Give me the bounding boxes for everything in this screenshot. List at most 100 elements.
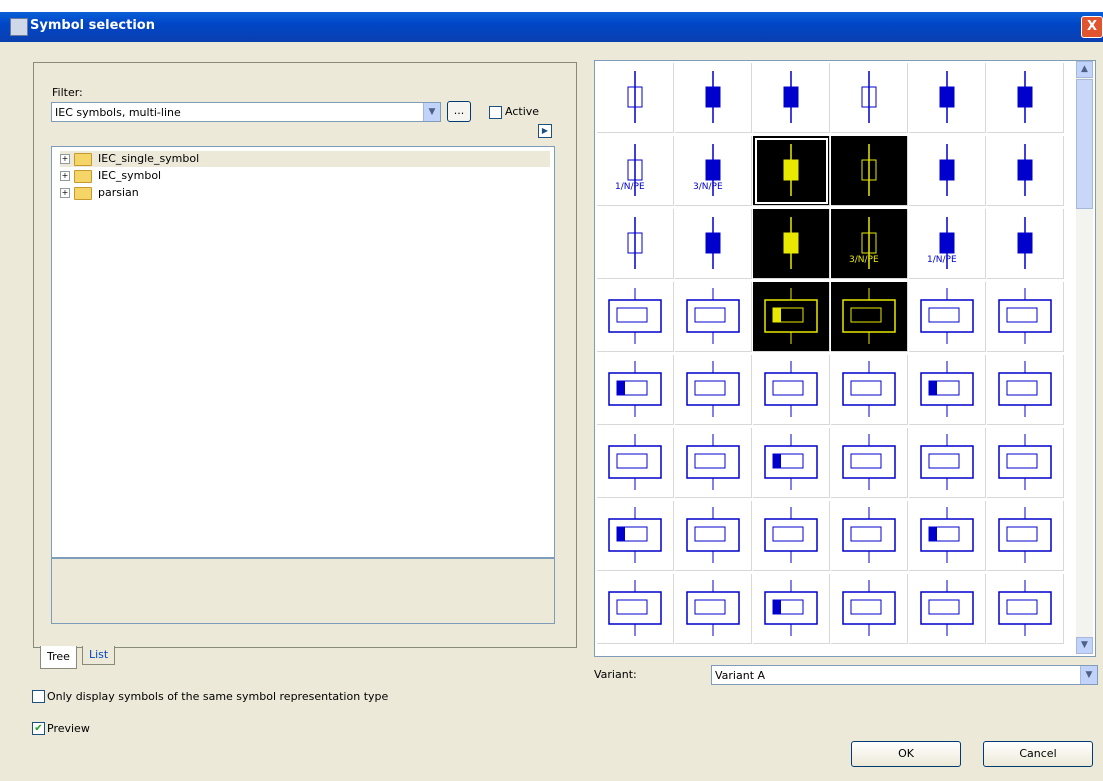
tab-list[interactable]: List	[82, 646, 116, 665]
symbol-cell[interactable]	[675, 501, 752, 571]
symbol-glyph-icon	[705, 217, 721, 269]
symbol-cell[interactable]	[753, 355, 830, 425]
tree-item-label: IEC_symbol	[98, 169, 162, 182]
same-type-checkbox[interactable]	[32, 690, 45, 703]
symbol-glyph-icon	[608, 434, 662, 490]
symbol-glyph-icon	[939, 144, 955, 196]
title-bar[interactable]: Symbol selection X	[0, 12, 1103, 42]
symbol-cell[interactable]	[597, 574, 674, 644]
symbol-glyph-icon	[920, 507, 974, 563]
browse-filter-button[interactable]: ...	[447, 101, 471, 122]
symbol-glyph-icon	[764, 580, 818, 636]
symbol-cell[interactable]	[597, 63, 674, 133]
symbol-cell[interactable]	[831, 355, 908, 425]
symbol-cell[interactable]	[987, 428, 1064, 498]
close-icon[interactable]: X	[1081, 16, 1103, 38]
symbol-preview-grid[interactable]: 1/N/PE 3/N/PE 3/N/PE 1/N/PE	[594, 60, 1096, 657]
symbol-cell[interactable]	[909, 574, 986, 644]
expand-arrow-icon[interactable]: ▶	[538, 124, 552, 138]
symbol-cell[interactable]	[909, 501, 986, 571]
chevron-down-icon[interactable]: ▼	[1080, 666, 1097, 684]
symbol-cell[interactable]	[909, 282, 986, 352]
ok-button[interactable]: OK	[851, 741, 961, 767]
tree-item-label: parsian	[98, 186, 139, 199]
symbol-cell[interactable]: 3/N/PE	[675, 136, 752, 206]
symbol-glyph-icon	[861, 144, 877, 196]
symbol-cell[interactable]	[675, 282, 752, 352]
symbol-cell[interactable]	[675, 63, 752, 133]
filter-select[interactable]: IEC symbols, multi-line ▼	[51, 102, 441, 122]
window-title: Symbol selection	[30, 18, 155, 33]
symbol-cell[interactable]	[597, 282, 674, 352]
symbol-cell[interactable]	[987, 209, 1064, 279]
cancel-button[interactable]: Cancel	[983, 741, 1093, 767]
chevron-down-icon[interactable]: ▼	[423, 103, 440, 121]
symbol-glyph-icon	[608, 507, 662, 563]
symbol-cell[interactable]	[753, 136, 830, 206]
symbol-cell[interactable]	[831, 501, 908, 571]
symbol-cell[interactable]	[597, 428, 674, 498]
tab-tree[interactable]: Tree	[40, 646, 77, 669]
active-checkbox[interactable]	[489, 106, 502, 119]
plus-icon[interactable]: +	[60, 188, 70, 198]
scroll-thumb[interactable]	[1076, 79, 1093, 209]
symbol-cell[interactable]: 1/N/PE	[909, 209, 986, 279]
symbol-cell[interactable]	[831, 136, 908, 206]
symbol-cell[interactable]	[597, 355, 674, 425]
symbol-glyph-icon	[764, 361, 818, 417]
symbol-cell[interactable]	[831, 574, 908, 644]
preview-checkbox[interactable]: ✔	[32, 722, 45, 735]
symbol-cell[interactable]	[987, 355, 1064, 425]
symbol-glyph-icon	[764, 288, 818, 344]
symbol-glyph-icon	[842, 507, 896, 563]
symbol-cell[interactable]	[753, 63, 830, 133]
same-type-label: Only display symbols of the same symbol …	[47, 690, 389, 703]
symbol-cell[interactable]: 1/N/PE	[597, 136, 674, 206]
variant-select[interactable]: Variant A ▼	[711, 665, 1098, 685]
symbol-cell[interactable]	[987, 501, 1064, 571]
symbol-cell[interactable]	[753, 209, 830, 279]
symbol-cell[interactable]: 3/N/PE	[831, 209, 908, 279]
symbol-glyph-icon	[861, 71, 877, 123]
symbol-cell[interactable]	[753, 501, 830, 571]
symbol-cell[interactable]	[909, 136, 986, 206]
symbol-cell[interactable]	[987, 574, 1064, 644]
symbol-cell[interactable]	[909, 355, 986, 425]
symbol-glyph-icon	[608, 361, 662, 417]
symbol-cell[interactable]	[597, 209, 674, 279]
symbol-cell[interactable]	[753, 428, 830, 498]
symbol-glyph-icon	[998, 507, 1052, 563]
symbol-tree[interactable]: + IEC_single_symbol + IEC_symbol + parsi…	[51, 146, 555, 558]
symbol-cell[interactable]	[987, 63, 1064, 133]
symbol-cell[interactable]	[831, 428, 908, 498]
symbol-glyph-icon	[861, 217, 877, 269]
grid-scrollbar[interactable]: ▲ ▼	[1076, 61, 1093, 654]
symbol-glyph-icon	[998, 288, 1052, 344]
scroll-up-icon[interactable]: ▲	[1076, 61, 1093, 78]
tree-item[interactable]: + parsian	[60, 185, 550, 201]
plus-icon[interactable]: +	[60, 154, 70, 164]
filter-value: IEC symbols, multi-line	[55, 106, 181, 119]
symbol-cell[interactable]	[987, 136, 1064, 206]
folder-icon	[74, 187, 92, 200]
symbol-cell[interactable]	[675, 428, 752, 498]
symbol-glyph-icon	[705, 144, 721, 196]
symbol-cell[interactable]	[831, 282, 908, 352]
symbol-cell[interactable]	[753, 574, 830, 644]
symbol-cell[interactable]	[597, 501, 674, 571]
symbol-cell[interactable]	[987, 282, 1064, 352]
symbol-glyph-icon	[627, 71, 643, 123]
symbol-cell[interactable]	[753, 282, 830, 352]
plus-icon[interactable]: +	[60, 171, 70, 181]
symbol-cell[interactable]	[831, 63, 908, 133]
scroll-down-icon[interactable]: ▼	[1076, 637, 1093, 654]
symbol-cell[interactable]	[675, 574, 752, 644]
symbol-cell[interactable]	[675, 355, 752, 425]
symbol-cell[interactable]	[675, 209, 752, 279]
symbol-cell[interactable]	[909, 428, 986, 498]
symbol-cell[interactable]	[909, 63, 986, 133]
tree-item[interactable]: + IEC_single_symbol	[60, 151, 550, 167]
tree-item[interactable]: + IEC_symbol	[60, 168, 550, 184]
symbol-glyph-icon	[1017, 217, 1033, 269]
folder-icon	[74, 170, 92, 183]
